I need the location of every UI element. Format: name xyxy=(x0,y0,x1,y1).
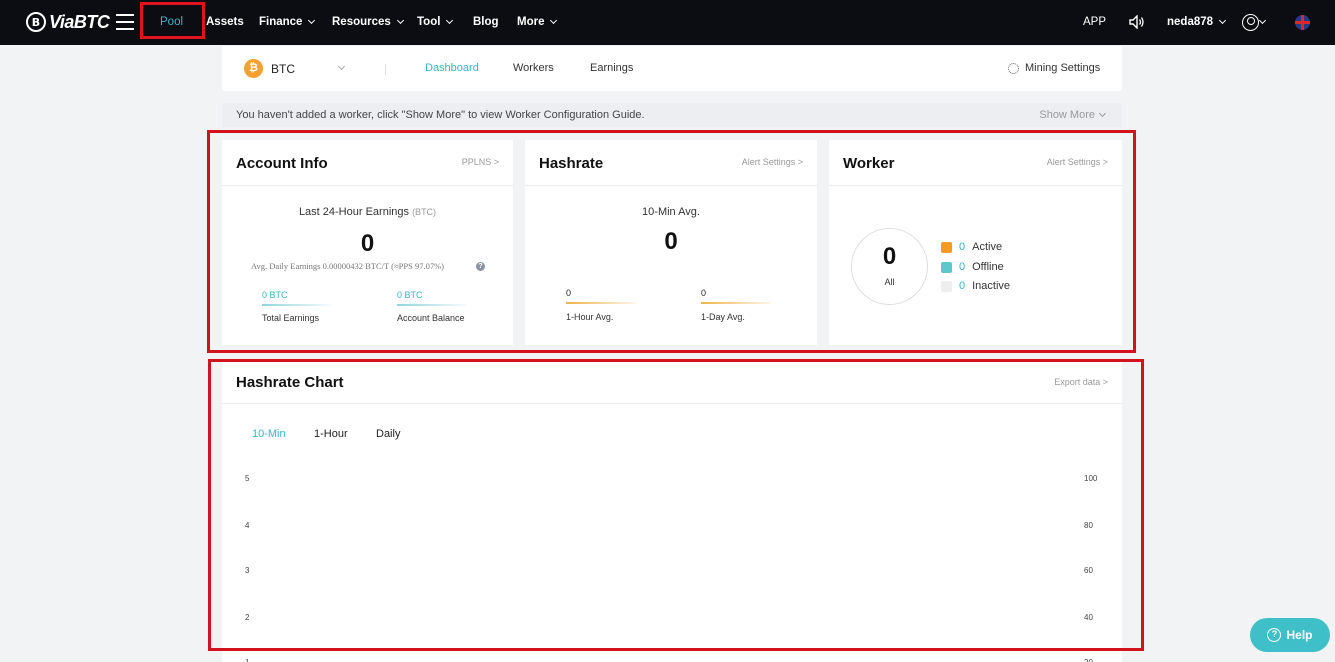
pool-highlight-box xyxy=(140,2,205,39)
nav-app[interactable]: APP xyxy=(1083,0,1106,45)
divider xyxy=(385,64,386,75)
nav-tool-label: Tool xyxy=(417,16,441,28)
chevron-down-icon xyxy=(1218,16,1227,25)
show-more-button[interactable]: Show More xyxy=(1039,109,1107,121)
user-icon[interactable] xyxy=(1242,14,1259,31)
chevron-down-icon xyxy=(308,16,316,25)
y-axis-right-tick: 20 xyxy=(1084,658,1093,662)
nav-assets[interactable]: Assets xyxy=(206,0,244,45)
chart-highlight-box xyxy=(208,359,1144,651)
username: neda878 xyxy=(1167,16,1214,28)
mining-settings-label: Mining Settings xyxy=(1025,62,1101,74)
summary-highlight-box xyxy=(207,130,1136,353)
chevron-down-icon xyxy=(446,16,454,25)
nav-resources[interactable]: Resources xyxy=(332,0,404,45)
tab-workers[interactable]: Workers xyxy=(513,62,554,74)
chevron-down-icon xyxy=(1098,109,1107,118)
top-nav-bar: B ViaBTC Pool Assets Finance Resources T… xyxy=(0,0,1335,45)
speaker-icon[interactable] xyxy=(1129,15,1145,29)
tab-dashboard[interactable]: Dashboard xyxy=(425,62,479,74)
nav-finance-label: Finance xyxy=(259,16,303,28)
logo-mark-icon: B xyxy=(26,12,46,32)
help-label: Help xyxy=(1286,628,1313,642)
show-more-label: Show More xyxy=(1039,109,1095,121)
nav-resources-label: Resources xyxy=(332,16,391,28)
notice-text: You haven't added a worker, click "Show … xyxy=(236,109,645,121)
nav-more-label: More xyxy=(517,16,545,28)
dashboard-subnav: ₿ BTC Dashboard Workers Earnings Mining … xyxy=(222,46,1122,91)
nav-tool[interactable]: Tool xyxy=(417,0,454,45)
nav-more[interactable]: More xyxy=(517,0,558,45)
chevron-down-icon xyxy=(550,16,558,25)
worker-notice-banner: You haven't added a worker, click "Show … xyxy=(222,103,1122,127)
chevron-down-icon xyxy=(396,16,404,25)
uk-flag-icon[interactable] xyxy=(1295,15,1310,30)
help-button[interactable]: ? Help xyxy=(1250,618,1330,652)
user-menu[interactable]: neda878 xyxy=(1167,0,1227,45)
chevron-down-icon[interactable] xyxy=(337,62,346,71)
chevron-down-icon xyxy=(1258,16,1267,25)
y-axis-left-tick: 1 xyxy=(245,658,249,662)
nav-blog[interactable]: Blog xyxy=(473,0,499,45)
help-icon: ? xyxy=(1267,628,1282,642)
coin-selector[interactable]: BTC xyxy=(271,62,295,76)
tab-earnings[interactable]: Earnings xyxy=(590,62,633,74)
logo-text: ViaBTC xyxy=(49,11,110,32)
viabtc-logo[interactable]: B ViaBTC xyxy=(26,10,110,34)
bitcoin-icon: ₿ xyxy=(244,59,263,78)
mining-settings-button[interactable]: Mining Settings xyxy=(1008,62,1100,74)
menu-icon[interactable] xyxy=(116,14,134,30)
nav-finance[interactable]: Finance xyxy=(259,0,316,45)
gear-icon xyxy=(1008,62,1019,74)
